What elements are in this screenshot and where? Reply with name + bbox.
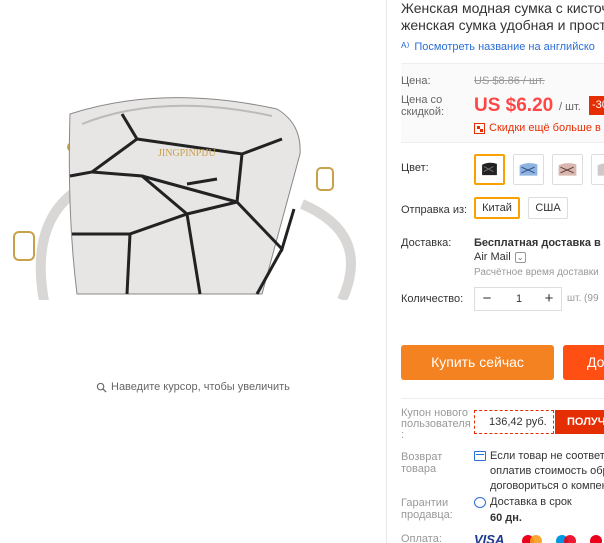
- ship-from-usa[interactable]: США: [528, 197, 568, 219]
- guarantee-days: 60 дн.: [490, 512, 522, 524]
- bag-brand-text: JINGPINPIJU: [158, 148, 217, 159]
- clock-icon: [474, 497, 486, 508]
- guarantee-delivery: Доставка в срок: [490, 496, 572, 508]
- returns-text: Если товар не соответс оплатив стоимость…: [490, 449, 604, 494]
- quantity-increase-button[interactable]: +: [539, 288, 559, 310]
- delivery-main: Бесплатная доставка в Ru: [474, 237, 604, 249]
- discount-badge: -30: [589, 96, 604, 115]
- product-gallery: JINGPINPIJU Наведите курсор, чтобы увели…: [0, 0, 385, 543]
- section-divider: [401, 398, 604, 399]
- delivery-method-select[interactable]: Air Mail ⌄: [474, 251, 526, 263]
- quantity-decrease-button[interactable]: −: [477, 288, 497, 310]
- card-brand-icon: [590, 535, 602, 543]
- discount-price-label: Цена со скидкой:: [401, 94, 444, 118]
- price-label: Цена:: [401, 75, 431, 87]
- buy-now-button[interactable]: Купить сейчас: [401, 345, 554, 380]
- translate-link-text: Посмотреть название на английско: [414, 41, 595, 53]
- returns-label-line: Возврат: [401, 451, 443, 463]
- guarantee-label-line: продавца:: [401, 509, 453, 521]
- quantity-input[interactable]: 1: [505, 288, 533, 310]
- panel-divider: [386, 0, 387, 543]
- payment-label: Оплата:: [401, 533, 442, 543]
- color-label: Цвет:: [401, 162, 429, 174]
- color-swatch-blue[interactable]: [513, 154, 544, 185]
- delivery-estimate: Расчётное время доставки: [474, 267, 599, 278]
- qr-code-icon: [474, 122, 485, 134]
- returns-text-line: договориться о компен: [490, 480, 604, 492]
- zoom-hint-text: Наведите курсор, чтобы увеличить: [111, 381, 290, 393]
- price-unit: / шт.: [559, 101, 581, 113]
- coupon-label-line: пользователя: [401, 418, 471, 430]
- quantity-stepper: − 1 +: [474, 287, 562, 311]
- ship-from-label: Отправка из:: [401, 204, 468, 216]
- color-swatch-gray[interactable]: [591, 154, 604, 185]
- product-title-line: женская сумка удобная и простая: [401, 17, 604, 33]
- product-title: Женская модная сумка с кисточка женская …: [401, 0, 604, 34]
- get-coupon-button[interactable]: ПОЛУЧ: [555, 410, 604, 434]
- promo-link[interactable]: Скидки ещё больше в п: [474, 122, 604, 134]
- delivery-label: Доставка:: [401, 237, 452, 249]
- returns-label: Возврат товара: [401, 451, 442, 475]
- translate-icon: ᴬ⁾: [401, 40, 410, 54]
- card-icon: [474, 451, 486, 461]
- visa-logo: VISA: [474, 532, 505, 543]
- quantity-available: шт. (99: [567, 293, 599, 304]
- guarantee-label-line: Гарантии: [401, 497, 449, 509]
- chevron-down-icon: ⌄: [514, 251, 526, 263]
- color-swatch-black[interactable]: [474, 154, 505, 185]
- guarantee-label: Гарантии продавца:: [401, 497, 453, 521]
- discount-price-label-line: Цена со: [401, 94, 443, 106]
- returns-text-line: оплатив стоимость обр: [490, 465, 604, 477]
- maestro-icon: [556, 535, 576, 543]
- zoom-hint: Наведите курсор, чтобы увеличить: [96, 381, 290, 393]
- product-title-line: Женская модная сумка с кисточка: [401, 0, 604, 16]
- promo-text: Скидки ещё больше в п: [489, 122, 604, 134]
- ship-from-china[interactable]: Китай: [474, 197, 520, 219]
- discount-price-label-line: скидкой:: [401, 106, 445, 118]
- coupon-label: Купон нового пользователя :: [401, 408, 473, 441]
- returns-label-line: товара: [401, 463, 437, 475]
- delivery-method: Air Mail: [474, 251, 511, 263]
- color-swatch-pink[interactable]: [552, 154, 583, 185]
- translate-link[interactable]: ᴬ⁾ Посмотреть название на английско: [401, 40, 604, 54]
- coupon-amount: 136,42 руб.: [474, 410, 554, 434]
- magnifier-icon: [96, 382, 107, 393]
- price-box: Цена: US $8.86 / шт. Цена со скидкой: US…: [401, 63, 604, 143]
- add-to-cart-button[interactable]: До: [563, 345, 604, 380]
- mastercard-icon: [522, 535, 542, 543]
- product-info-panel: Женская модная сумка с кисточка женская …: [401, 0, 604, 543]
- current-price: US $6.20: [474, 95, 554, 116]
- coupon-label-line: :: [401, 429, 405, 441]
- product-main-image[interactable]: JINGPINPIJU: [12, 84, 372, 336]
- returns-text-line: Если товар не соответс: [490, 450, 604, 462]
- quantity-label: Количество:: [401, 293, 464, 305]
- old-price: US $8.86 / шт.: [474, 75, 545, 87]
